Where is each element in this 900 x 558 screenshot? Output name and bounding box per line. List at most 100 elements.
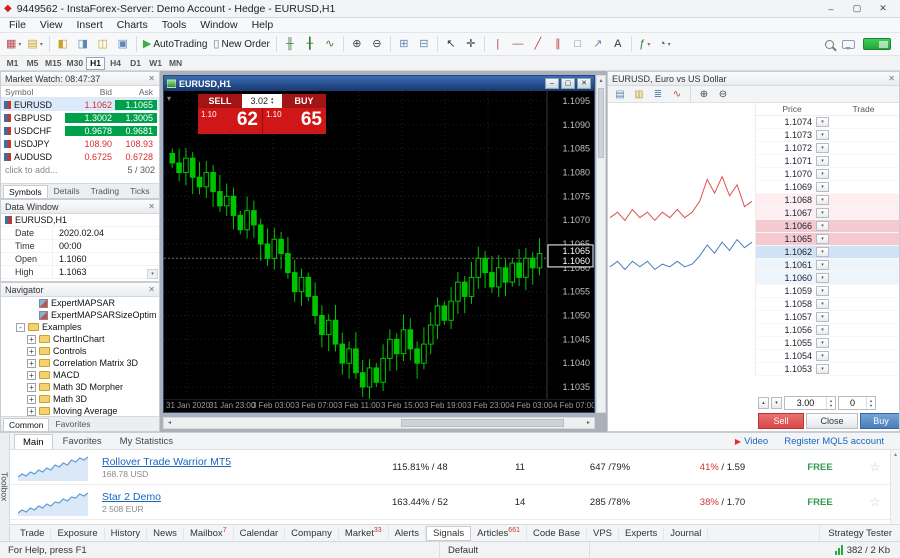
data-window-toggle-button[interactable]: ◨ [73,35,93,54]
timeframe-d1[interactable]: D1 [126,57,145,70]
market-watch-row[interactable]: USDCHF0.96780.9681 [1,124,159,137]
mdi-vertical-scrollbar[interactable]: ▴ [596,75,606,413]
dom-close-icon[interactable]: ✕ [888,74,895,83]
dom-price-row[interactable]: 1.1072▾ [756,142,899,155]
market-watch-add-row[interactable]: click to add... 5 / 302 [1,163,159,176]
signals-tab-my-statistics[interactable]: My Statistics [112,434,181,449]
menu-view[interactable]: View [33,19,70,31]
timeframe-mn[interactable]: MN [166,57,185,70]
dom-price-row[interactable]: 1.1056▾ [756,324,899,337]
cursor-button[interactable]: ↖ [441,35,461,54]
menu-window[interactable]: Window [193,19,244,31]
navigator-item-moving-average[interactable]: +Moving Average [1,405,159,416]
data-window-close-icon[interactable]: ✕ [148,202,155,211]
dom-price-row[interactable]: 1.1074▾ [756,116,899,129]
navigator-item-expertmapsarsizeoptim[interactable]: ExpertMAPSARSizeOptim [1,309,159,321]
register-mql5-link[interactable]: Register MQL5 account [784,436,884,447]
maximize-button[interactable]: ▢ [844,1,870,17]
timeframe-h1[interactable]: H1 [86,57,105,70]
stop-stepper[interactable]: ▴ ▾ [866,397,875,409]
navigator-item-math-3d[interactable]: +Math 3D [1,393,159,405]
dom-price-row[interactable]: 1.1059▾ [756,285,899,298]
toolbox-tab-mailbox[interactable]: Mailbox7 [184,526,234,540]
market-watch-toggle-button[interactable]: ◧ [53,35,73,54]
signal-row[interactable]: Rollover Trade Warrior MT5168.78 USD115.… [10,450,890,485]
data-window-scroll-down[interactable]: ▾ [147,269,158,279]
dom-price-row[interactable]: 1.1070▾ [756,168,899,181]
scroll-thumb[interactable] [401,419,564,427]
dom-tick-chart-icon[interactable]: ∿ [668,87,686,101]
dom-trade-dropdown-icon[interactable]: ▾ [816,221,829,231]
navigator-item-math-3d-morpher[interactable]: +Math 3D Morpher [1,381,159,393]
dom-price-row[interactable]: 1.1066▾ [756,220,899,233]
dom-trade-dropdown-icon[interactable]: ▾ [816,130,829,140]
toolbox-tab-exposure[interactable]: Exposure [51,527,104,540]
menu-file[interactable]: File [2,19,33,31]
dom-trade-dropdown-icon[interactable]: ▾ [816,260,829,270]
toolbox-tab-journal[interactable]: Journal [664,527,708,540]
dom-price-row[interactable]: 1.1060▾ [756,272,899,285]
time-axis[interactable]: 31 Jan 202031 Jan 23:003 Feb 03:003 Feb … [164,399,594,412]
market-watch-tab-ticks[interactable]: Ticks [125,185,155,198]
market-watch-tab-trading[interactable]: Trading [86,185,125,198]
market-watch-row[interactable]: USDJPY108.90108.93 [1,137,159,150]
dom-trade-dropdown-icon[interactable]: ▾ [816,234,829,244]
favorite-star-icon[interactable]: ☆ [860,495,890,509]
dom-price-row[interactable]: 1.1053▾ [756,363,899,376]
one-click-spread-field[interactable]: 3.02 ▴ ▾ [242,94,282,108]
stop-field[interactable]: 0 ▴ ▾ [838,396,876,410]
chart-minimize-button[interactable]: – [545,78,559,89]
favorite-star-icon[interactable]: ☆ [860,460,890,474]
arrows-button[interactable]: ↗ [588,35,608,54]
toolbox-tab-calendar[interactable]: Calendar [234,527,286,540]
toolbox-vertical-label[interactable]: Toolbox [0,472,10,501]
volume-down-icon[interactable]: ▾ [827,403,835,408]
dom-price-row[interactable]: 1.1062▾ [756,246,899,259]
dom-price-row[interactable]: 1.1054▾ [756,350,899,363]
zoom-in-button[interactable]: ⊕ [347,35,367,54]
column-bid[interactable]: Bid [65,87,115,97]
timeframes-menu-button[interactable]: ◔▾ [655,35,675,54]
market-watch-row[interactable]: EURUSD1.10621.1065 [1,98,159,111]
dom-price-row[interactable]: 1.1067▾ [756,207,899,220]
signals-scrollbar[interactable]: ▴ [890,450,900,524]
column-ask[interactable]: Ask [115,87,157,97]
timeframe-h4[interactable]: H4 [106,57,125,70]
navigator-tab-common[interactable]: Common [3,418,49,431]
tree-expander-icon[interactable]: - [16,323,25,332]
navigator-item-chartinchart[interactable]: +ChartInChart [1,333,159,345]
volume-field[interactable]: 3.00 ▴ ▾ [784,396,836,410]
toolbox-tab-vps[interactable]: VPS [587,527,619,540]
dom-trade-dropdown-icon[interactable]: ▾ [816,208,829,218]
navigator-toggle-button[interactable]: ◫ [93,35,113,54]
dom-trade-dropdown-icon[interactable]: ▾ [816,156,829,166]
vertical-line-button[interactable]: | [488,35,508,54]
equidistant-channel-button[interactable]: ∥ [548,35,568,54]
tree-expander-icon[interactable]: + [27,371,36,380]
volume-stepper[interactable]: ▴ ▾ [826,397,835,409]
signals-scroll-up-icon[interactable]: ▴ [894,452,897,458]
dom-buy-button[interactable]: Buy [860,413,900,429]
menu-insert[interactable]: Insert [70,19,110,31]
column-symbol[interactable]: Symbol [1,87,65,97]
market-watch-row[interactable]: AUDUSD0.67250.6728 [1,150,159,163]
dom-tick-chart[interactable] [608,103,756,376]
chart-horizontal-scrollbar[interactable]: ◂ ▸ [163,417,595,429]
indicators-button[interactable]: ƒ▾ [635,35,655,54]
navigator-close-icon[interactable]: ✕ [148,285,155,294]
dom-price-row[interactable]: 1.1071▾ [756,155,899,168]
scroll-right-icon[interactable]: ▸ [583,418,594,428]
stop-down-icon[interactable]: ▾ [867,403,875,408]
tree-expander-icon[interactable]: + [27,347,36,356]
add-symbol-label[interactable]: click to add... [5,165,58,175]
dom-depth-icon[interactable]: ▥ [630,87,648,101]
market-watch-row[interactable]: GBPUSD1.30021.3005 [1,111,159,124]
dom-price-row[interactable]: 1.1068▾ [756,194,899,207]
close-button[interactable]: ✕ [870,1,896,17]
tree-expander-icon[interactable]: + [27,335,36,344]
chart-window-titlebar[interactable]: EURUSD,H1 – ▢ ✕ [164,76,594,91]
market-watch-tab-symbols[interactable]: Symbols [3,185,48,198]
dom-close-button[interactable]: Close [806,413,858,429]
dom-sell-button[interactable]: Sell [758,413,804,429]
menu-tools[interactable]: Tools [155,19,194,31]
